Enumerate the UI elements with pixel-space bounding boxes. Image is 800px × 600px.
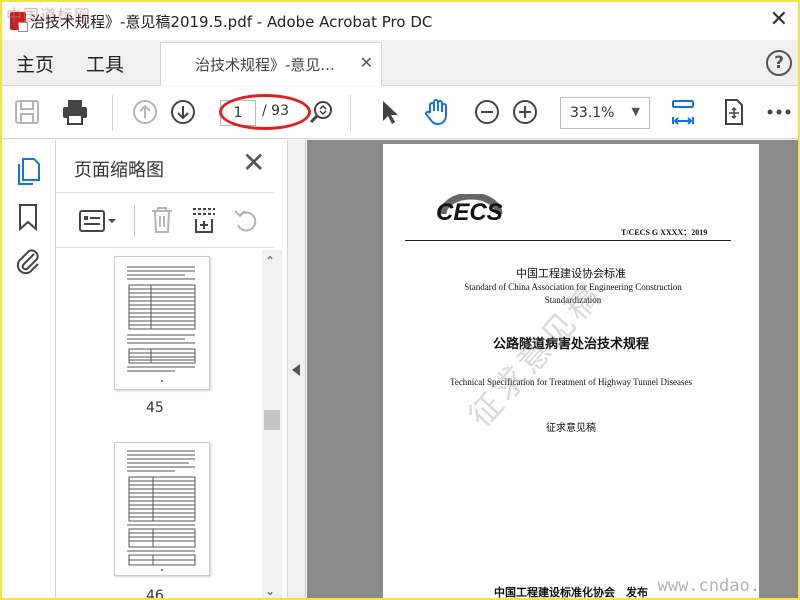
collapse-arrow-icon[interactable] [292, 364, 300, 376]
menu-tools[interactable]: 工具 [86, 50, 124, 77]
title-bar: 中国道标网 治技术规程》-意见稿2019.5.pdf - Adobe Acrob… [2, 2, 798, 40]
rotate-view-icon[interactable] [718, 97, 748, 127]
pane-splitter[interactable] [288, 140, 306, 598]
document-tab-label: 治技术规程》-意见... [195, 56, 335, 74]
page-thumbnails-pane: 页面缩略图 ✕ 45 46 ⌃ ⌄ [56, 140, 288, 600]
insert-icon[interactable] [190, 205, 218, 235]
zoom-in-icon[interactable] [510, 97, 540, 127]
menu-bar: 主页 工具 治技术规程》-意见... ✕ ? [2, 40, 798, 86]
page-down-icon[interactable] [168, 97, 198, 127]
save-icon[interactable] [12, 97, 42, 127]
bookmark-icon[interactable] [16, 202, 40, 232]
acrobat-window: 中国道标网 治技术规程》-意见稿2019.5.pdf - Adobe Acrob… [0, 0, 800, 600]
more-icon[interactable] [764, 97, 794, 127]
thumbnail-tools [56, 192, 274, 248]
site-watermark-bottom: www.cndao. [657, 576, 760, 596]
pane-title: 页面缩略图 [74, 160, 164, 181]
cecs-logo: CECS [436, 199, 503, 226]
tab-close-icon[interactable]: ✕ [360, 53, 373, 72]
undo-icon[interactable] [232, 205, 260, 235]
standard-number: T/CECS G XXXX：2019 [621, 228, 708, 237]
main-toolbar: / 93 33.1% ▼ [2, 87, 798, 139]
delete-icon[interactable] [148, 205, 176, 235]
attachment-icon[interactable] [14, 246, 42, 276]
options-icon[interactable] [78, 207, 118, 235]
red-annotation-ellipse [219, 94, 311, 130]
select-cursor-icon[interactable] [374, 97, 404, 127]
window-title: 治技术规程》-意见稿2019.5.pdf - Adobe Acrobat Pro… [30, 13, 433, 31]
menu-home[interactable]: 主页 [16, 50, 54, 77]
document-canvas[interactable]: CECS T/CECS G XXXX：2019 中国工程建设协会标准 Stand… [307, 140, 798, 598]
pane-close-icon[interactable]: ✕ [242, 148, 265, 178]
hand-icon[interactable] [422, 97, 452, 127]
chevron-down-icon: ▼ [631, 105, 640, 118]
thumbnail-page-number: 46 [146, 588, 164, 600]
page-up-icon[interactable] [130, 97, 160, 127]
header-rule [405, 240, 731, 241]
print-icon[interactable] [60, 97, 90, 127]
scrollbar-thumb[interactable] [264, 410, 280, 430]
toolbar-separator [350, 95, 351, 131]
fit-page-icon[interactable] [668, 97, 698, 127]
toolbar-separator [112, 95, 113, 131]
page-thumbnails-icon[interactable] [14, 156, 42, 186]
thumbnail-page-number: 45 [146, 400, 164, 416]
thumbnail-page-content [127, 450, 196, 571]
tools-separator [134, 205, 135, 237]
chevron-down-icon[interactable]: ⌄ [265, 584, 275, 598]
navigation-rail [2, 140, 56, 598]
zoom-select[interactable]: 33.1% ▼ [560, 97, 650, 129]
zoom-out-icon[interactable] [472, 97, 502, 127]
page-thumbnail[interactable] [114, 256, 210, 390]
window-close-icon[interactable]: ✕ [770, 8, 788, 32]
help-icon[interactable]: ? [766, 50, 792, 76]
draft-label: 征求意见稿 [546, 423, 596, 434]
chevron-up-icon[interactable]: ⌃ [265, 254, 275, 268]
page-thumbnail[interactable] [114, 442, 210, 576]
thumbnail-page-content [127, 266, 196, 382]
pdf-page: CECS T/CECS G XXXX：2019 中国工程建设协会标准 Stand… [383, 144, 759, 598]
zoom-value: 33.1% [570, 105, 615, 121]
thumbnail-scrollbar[interactable]: ⌃ ⌄ [262, 250, 282, 598]
document-tab[interactable]: 治技术规程》-意见... ✕ [160, 42, 382, 86]
zoom-search-icon[interactable] [306, 97, 336, 127]
thumbnail-list: 45 46 [56, 250, 262, 600]
